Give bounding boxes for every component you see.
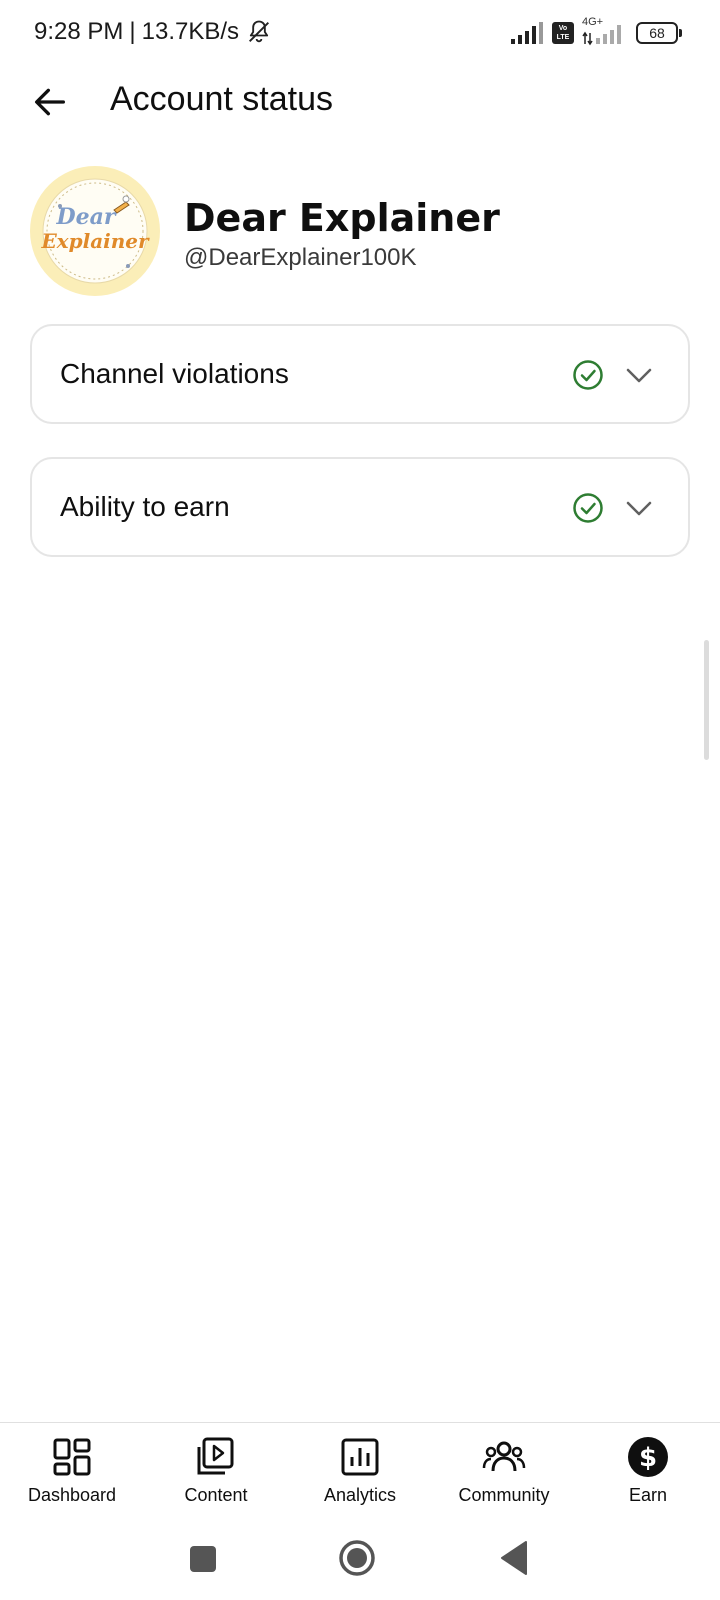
- channel-logo: Dear Explainer: [32, 168, 158, 294]
- channel-name: Dear Explainer: [184, 196, 500, 240]
- status-speed: 13.7KB/s: [141, 18, 240, 45]
- nav-item-earn[interactable]: $ Earn: [576, 1435, 720, 1515]
- bell-off-icon: [249, 20, 270, 43]
- nav-item-analytics[interactable]: Analytics: [288, 1435, 432, 1515]
- network-4g-icon: 4G+: [582, 16, 628, 46]
- nav-label: Earn: [628, 1485, 668, 1505]
- back-nav-button[interactable]: [490, 1534, 538, 1582]
- system-nav: [0, 1522, 720, 1600]
- community-icon: [482, 1441, 526, 1472]
- nav-label: Community: [458, 1485, 550, 1505]
- volte-badge: Vo LTE: [552, 22, 574, 44]
- header: Account status: [0, 70, 720, 170]
- channel-violations-card[interactable]: Channel violations: [30, 324, 690, 424]
- chevron-down-icon[interactable]: [624, 362, 654, 388]
- card-label: Ability to earn: [60, 491, 230, 522]
- status-right: Vo LTE 4G+ 68: [510, 16, 682, 46]
- avatar: Dear Explainer: [30, 166, 160, 296]
- check-circle-icon: [573, 493, 603, 523]
- status-separator: |: [129, 18, 136, 45]
- nav-label: Analytics: [323, 1485, 397, 1505]
- avatar-text-dear: Dear: [56, 204, 117, 230]
- analytics-icon: [341, 1438, 379, 1476]
- arrow-left-icon: [35, 88, 65, 116]
- check-circle-icon: [573, 360, 603, 390]
- page-title: Account status: [110, 80, 334, 118]
- back-button[interactable]: [26, 78, 74, 126]
- status-time: 9:28 PM: [34, 18, 124, 45]
- svg-text:$: $: [639, 1443, 657, 1473]
- nav-label: Dashboard: [27, 1485, 117, 1505]
- chevron-down-icon[interactable]: [624, 495, 654, 521]
- signal-icon: [511, 22, 543, 44]
- scrollbar[interactable]: [704, 640, 709, 760]
- ability-to-earn-card[interactable]: Ability to earn: [30, 457, 690, 557]
- channel-info: Dear Explainer Dear Explainer @DearExpla…: [30, 166, 690, 296]
- nav-label: Content: [184, 1485, 248, 1505]
- nav-item-dashboard[interactable]: Dashboard: [0, 1435, 144, 1515]
- channel-handle: @DearExplainer100K: [184, 244, 417, 271]
- avatar-text-explainer: Explainer: [40, 229, 150, 253]
- recents-button[interactable]: [178, 1534, 226, 1582]
- battery-icon: 68: [636, 22, 682, 44]
- content-icon: [197, 1437, 234, 1475]
- network-label: 4G+: [582, 16, 604, 28]
- bottom-nav: Dashboard Content Analytics Community $ …: [0, 1422, 720, 1523]
- card-label: Channel violations: [60, 358, 289, 389]
- nav-item-community[interactable]: Community: [432, 1435, 576, 1515]
- status-bar: 9:28 PM | 13.7KB/s Vo LTE 4G+ 68: [0, 0, 720, 70]
- earn-icon: $: [628, 1437, 668, 1477]
- dashboard-icon: [53, 1438, 91, 1476]
- status-left: 9:28 PM | 13.7KB/s: [34, 18, 273, 46]
- home-button[interactable]: [333, 1534, 381, 1582]
- nav-item-content[interactable]: Content: [144, 1435, 288, 1515]
